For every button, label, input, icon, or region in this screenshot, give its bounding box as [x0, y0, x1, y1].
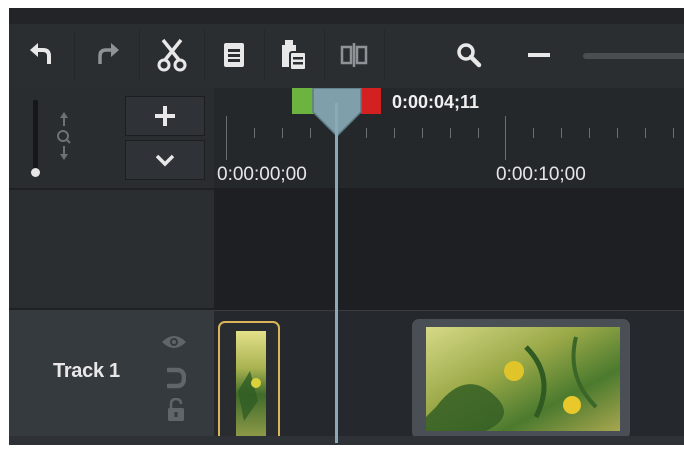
- track-name[interactable]: Track 1: [53, 360, 120, 383]
- copy-icon: [224, 43, 244, 67]
- track-1-lane[interactable]: [214, 310, 684, 445]
- undo-button[interactable]: [9, 30, 75, 80]
- timeline-bottom-strip: [9, 436, 684, 445]
- ruler-label-10s: 0:00:10;00: [496, 164, 586, 185]
- redo-icon: [97, 43, 119, 64]
- ruler-minor-tick: [450, 128, 451, 138]
- media-clip-selected[interactable]: [218, 321, 280, 445]
- chevron-down-icon: [155, 154, 175, 167]
- ruler-minor-tick: [561, 128, 562, 138]
- magnet-icon[interactable]: [164, 366, 186, 390]
- clip-thumbnail: [426, 327, 620, 431]
- split-icon: [340, 43, 368, 67]
- collapse-tracks-button[interactable]: [125, 140, 205, 180]
- empty-track-lane[interactable]: [214, 188, 684, 310]
- plus-icon: [155, 106, 175, 126]
- redo-button[interactable]: [74, 30, 140, 80]
- ruler-minor-tick: [533, 128, 534, 138]
- empty-track-header: [9, 190, 214, 308]
- lock-icon[interactable]: [167, 398, 185, 422]
- zoom-slider[interactable]: [583, 53, 684, 59]
- undo-icon: [29, 43, 51, 64]
- ruler-minor-tick: [645, 128, 646, 138]
- track-header[interactable]: Track 1: [9, 310, 214, 436]
- ruler-minor-tick: [394, 128, 395, 138]
- minus-icon: [528, 53, 550, 57]
- magnifier-icon: [457, 43, 482, 68]
- ruler-minor-tick: [478, 128, 479, 138]
- add-track-button[interactable]: [125, 96, 205, 136]
- track-height-knob[interactable]: [31, 168, 40, 177]
- ruler-major-tick: [505, 116, 506, 160]
- ruler-label-start: 0:00:00;00: [217, 164, 307, 185]
- paste-icon: [282, 40, 307, 71]
- copy-button[interactable]: [204, 30, 265, 80]
- zoom-out-button[interactable]: [514, 30, 564, 80]
- scissors-icon: [157, 38, 186, 72]
- media-clip[interactable]: [412, 319, 630, 439]
- ruler-minor-tick: [422, 128, 423, 138]
- cut-button[interactable]: [139, 30, 205, 80]
- playhead-time: 0:00:04;11: [392, 92, 480, 112]
- track-zoom-icon: [57, 112, 71, 160]
- split-button[interactable]: [324, 30, 385, 80]
- track-controls-header: [9, 88, 214, 188]
- ruler-major-tick: [226, 116, 227, 160]
- toolbar-top-strip: [9, 8, 684, 24]
- timeline-window: Track 1 0:00:00;00 0:00:10;00 0:00:04;11: [9, 8, 684, 445]
- zoom-button[interactable]: [439, 30, 499, 80]
- ruler-minor-tick: [589, 128, 590, 138]
- clip-thumbnail: [236, 331, 266, 437]
- paste-button[interactable]: [264, 30, 325, 80]
- ruler-minor-tick: [366, 128, 367, 138]
- ruler-minor-tick: [673, 128, 674, 138]
- playhead-line[interactable]: [335, 103, 338, 443]
- timeline-toolbar: [9, 8, 684, 88]
- ruler-minor-tick: [617, 128, 618, 138]
- ruler-minor-tick: [254, 128, 255, 138]
- eye-icon[interactable]: [161, 334, 187, 350]
- track-height-slider[interactable]: [33, 100, 38, 172]
- ruler-minor-tick: [282, 128, 283, 138]
